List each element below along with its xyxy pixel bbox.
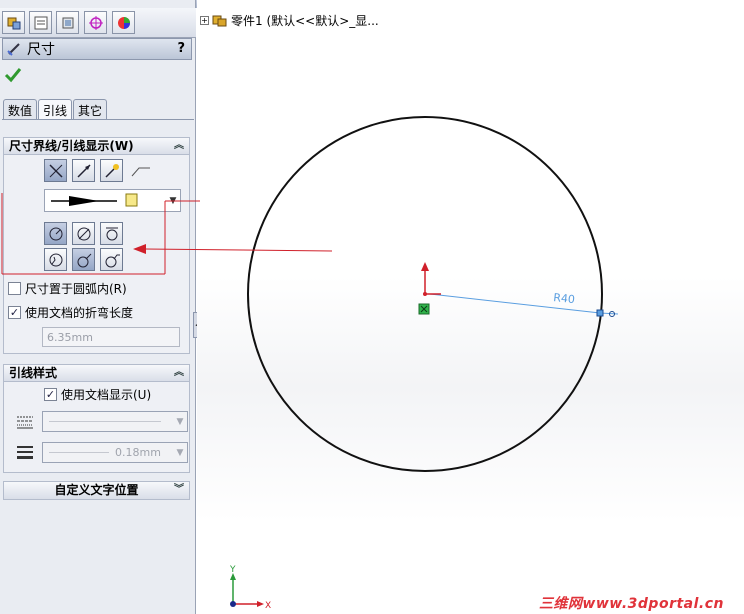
triad-x-arrowhead xyxy=(257,601,264,607)
dimension-handle[interactable] xyxy=(596,309,604,317)
callout-arrowhead xyxy=(133,244,146,254)
callout-arrow-line xyxy=(144,248,333,252)
triad-x-label: X xyxy=(265,601,271,611)
triad-origin xyxy=(230,601,236,607)
origin-y-arrowhead xyxy=(421,262,429,271)
origin-point xyxy=(423,292,427,296)
triad-y-label: Y xyxy=(229,565,236,575)
site-watermark: 三维网www.3dportal.cn xyxy=(538,596,724,612)
sketch-overlay: R40 Y X xyxy=(1,116,619,611)
radius-dimension-label[interactable]: R40 xyxy=(553,291,576,306)
